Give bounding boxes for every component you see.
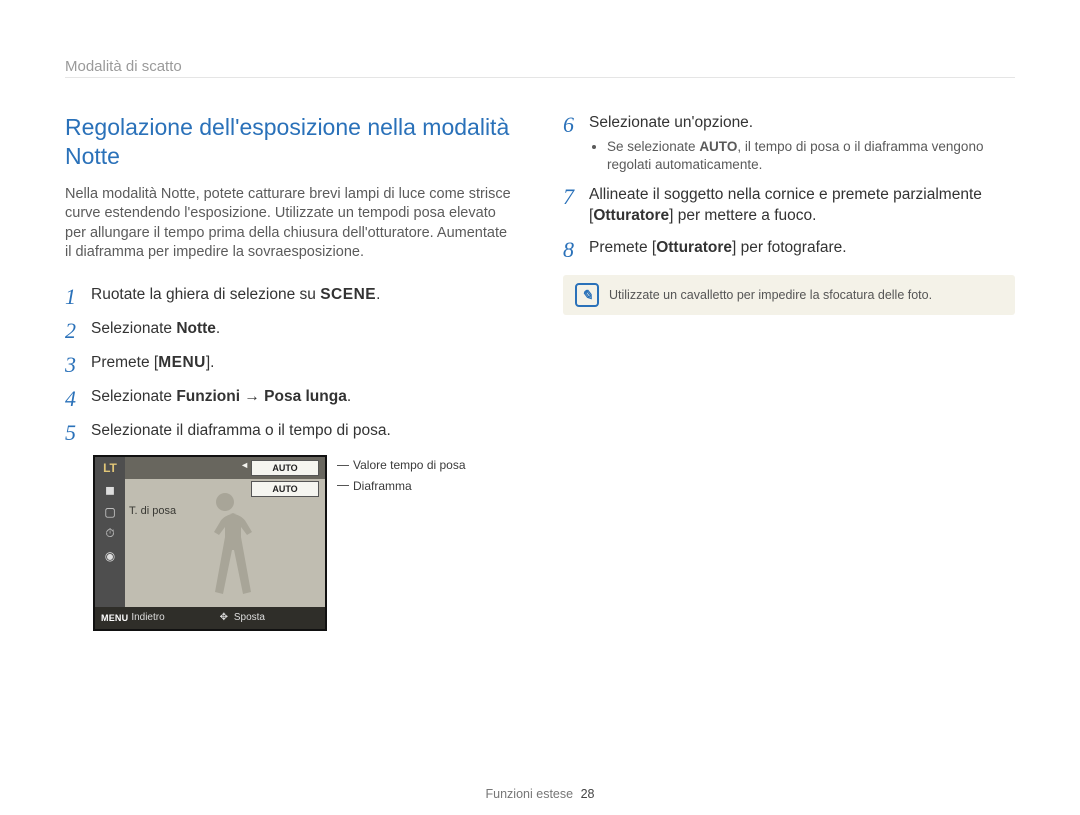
steps-list-left: 1 Ruotate la ghiera di selezione su SCEN… — [65, 285, 517, 444]
lcd-icon: ◉ — [95, 545, 125, 567]
right-column: 6 Selezionate un'opzione. Se selezionate… — [563, 113, 1015, 631]
dpad-icon: ✥ — [220, 612, 228, 623]
step-number: 2 — [65, 319, 91, 342]
sub-bullet-list: Se selezionate AUTO, il tempo di posa o … — [589, 138, 1015, 174]
step-number: 7 — [563, 185, 589, 208]
step-number: 8 — [563, 238, 589, 261]
step-body: Selezionate Notte. — [91, 319, 220, 340]
step-text: . — [216, 320, 220, 337]
step-bold: Notte — [176, 320, 216, 337]
lcd-left-strip: LT ◼ ▢ ⏱ ◉ — [95, 457, 125, 607]
footer-section-label: Funzioni estese — [486, 787, 574, 801]
step-body: Premete [MENU]. — [91, 353, 214, 374]
breadcrumb: Modalità di scatto — [65, 58, 1015, 78]
scene-label: SCENE — [320, 286, 376, 303]
step-bold: Funzioni — [176, 388, 240, 405]
left-column: Regolazione dell'esposizione nella modal… — [65, 113, 517, 631]
step-number: 4 — [65, 387, 91, 410]
lcd-move-label: Sposta — [234, 612, 265, 623]
lcd-screen: LT ◼ ▢ ⏱ ◉ ◄ AUTO AUTO T. di posa — [93, 455, 327, 631]
step-text: ]. — [206, 354, 215, 371]
callout-label: Diaframma — [353, 478, 412, 495]
lcd-top-row: ◄ AUTO — [125, 457, 325, 479]
note-icon: ✎ — [575, 283, 599, 307]
lcd-bottom-bar: MENU Indietro ✥ Sposta — [95, 607, 325, 629]
lcd-illustration-wrap: LT ◼ ▢ ⏱ ◉ ◄ AUTO AUTO T. di posa — [93, 455, 517, 631]
step-text: Premete [ — [589, 239, 656, 256]
page-number: 28 — [581, 787, 595, 801]
lcd-lt-label: LT — [95, 457, 125, 479]
step-text: Selezionate — [91, 388, 176, 405]
step-body: Premete [Otturatore] per fotografare. — [589, 238, 847, 259]
step-body: Allineate il soggetto nella cornice e pr… — [589, 185, 1015, 227]
menu-key-icon: MENU — [101, 613, 128, 623]
lcd-auto-box-1: AUTO — [251, 460, 319, 476]
step-body: Selezionate un'opzione. Se selezionate A… — [589, 113, 1015, 174]
lcd-icon: ⏱ — [95, 523, 125, 545]
chevron-left-icon: ◄ — [240, 460, 249, 470]
step-text: Selezionate un'opzione. — [589, 114, 753, 131]
sub-bullet: Se selezionate AUTO, il tempo di posa o … — [607, 138, 1015, 174]
step-number: 6 — [563, 113, 589, 136]
step-body: Selezionate Funzioni → Posa lunga. — [91, 387, 351, 408]
lcd-icon: ◼ — [95, 479, 125, 501]
step-number: 5 — [65, 421, 91, 444]
step-text: Ruotate la ghiera di selezione su — [91, 286, 320, 303]
step-text: Se selezionate — [607, 139, 699, 154]
step-body: Selezionate il diaframma o il tempo di p… — [91, 421, 391, 442]
steps-list-right: 6 Selezionate un'opzione. Se selezionate… — [563, 113, 1015, 261]
step-bold: Otturatore — [593, 207, 669, 224]
step-number: 3 — [65, 353, 91, 376]
step-text: . — [376, 286, 380, 303]
arrow-icon: → — [240, 388, 264, 405]
step-text: ] per fotografare. — [732, 239, 847, 256]
step-text: ] per mettere a fuoco. — [669, 207, 816, 224]
lcd-back-label: Indietro — [131, 612, 164, 623]
menu-key: MENU — [158, 354, 206, 371]
step-text: Selezionate — [91, 320, 176, 337]
lcd-exposure-label: T. di posa — [129, 505, 176, 517]
person-silhouette-icon — [185, 487, 265, 605]
step-number: 1 — [65, 285, 91, 308]
note-text: Utilizzate un cavalletto per impedire la… — [609, 288, 932, 302]
step-bold: Posa lunga — [264, 388, 347, 405]
page-footer: Funzioni estese 28 — [0, 787, 1080, 801]
callout-label: Valore tempo di posa — [353, 457, 466, 474]
lcd-callouts: Valore tempo di posa Diaframma — [337, 455, 466, 499]
lcd-icon: ▢ — [95, 501, 125, 523]
step-bold: Otturatore — [656, 239, 732, 256]
step-text: . — [347, 388, 351, 405]
step-text: Premete [ — [91, 354, 158, 371]
page-title: Regolazione dell'esposizione nella modal… — [65, 113, 517, 171]
intro-paragraph: Nella modalità Notte, potete catturare b… — [65, 185, 517, 263]
note-box: ✎ Utilizzate un cavalletto per impedire … — [563, 275, 1015, 315]
step-bold: AUTO — [699, 139, 737, 154]
step-body: Ruotate la ghiera di selezione su SCENE. — [91, 285, 380, 306]
